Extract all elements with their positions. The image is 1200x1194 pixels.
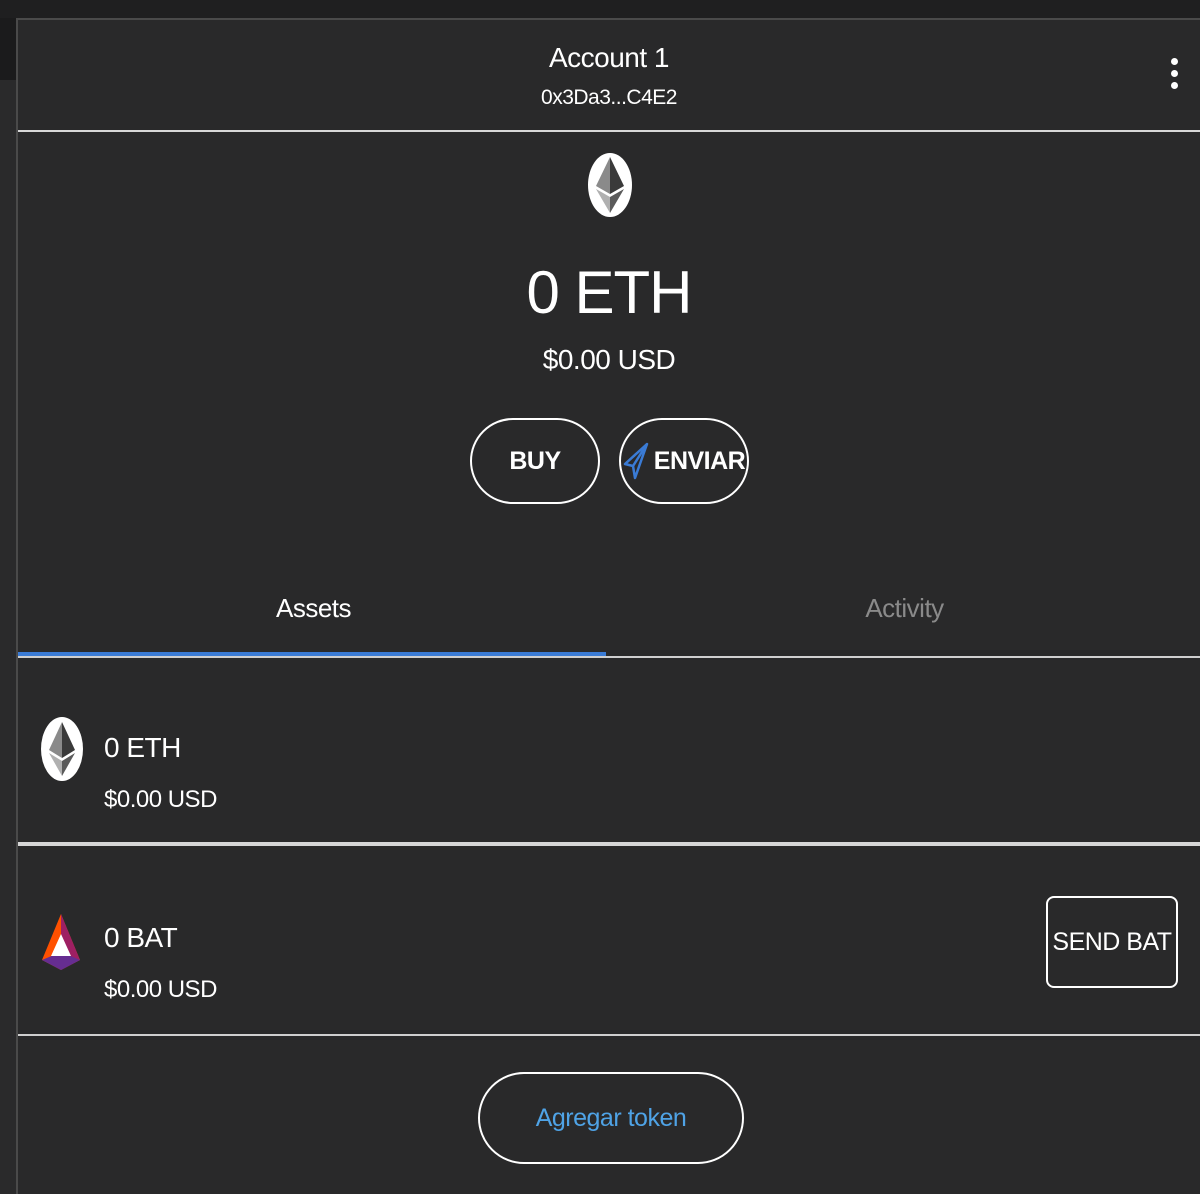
tab-assets[interactable]: Assets — [18, 560, 609, 656]
paper-plane-icon — [623, 442, 649, 480]
asset-tabs: Assets Activity — [18, 560, 1200, 658]
asset-fiat-value: $0.00 USD — [104, 786, 217, 813]
balance-primary: 0 ETH — [526, 259, 692, 326]
ethereum-icon — [41, 717, 83, 781]
active-tab-indicator — [18, 652, 606, 656]
add-token-button[interactable]: Agregar token — [478, 1072, 744, 1164]
window-left-strip — [0, 80, 16, 1194]
balance-fiat: $0.00 USD — [542, 344, 676, 375]
tab-activity[interactable]: Activity — [609, 560, 1200, 656]
account-address[interactable]: 0x3Da3...C4E2 — [18, 86, 1200, 110]
window-top-strip — [0, 0, 1200, 18]
account-header: Account 1 0x3Da3...C4E2 — [18, 20, 1200, 132]
asset-amount: 0 BAT — [104, 922, 178, 953]
buy-button-label: BUY — [509, 446, 561, 475]
send-button-label: ENVIAR — [653, 446, 746, 475]
wallet-panel: Account 1 0x3Da3...C4E2 0 ETH $0.00 USD … — [16, 18, 1200, 1194]
buy-button[interactable]: BUY — [470, 418, 600, 504]
account-name[interactable]: Account 1 — [18, 42, 1200, 74]
send-bat-button[interactable]: SEND BAT — [1046, 896, 1178, 988]
ethereum-icon — [588, 153, 632, 217]
asset-amount: 0 ETH — [104, 732, 181, 763]
kebab-menu-icon[interactable] — [1162, 58, 1186, 96]
asset-row-eth[interactable]: 0 ETH $0.00 USD — [18, 658, 1200, 846]
bat-token-icon — [42, 914, 80, 970]
asset-row-bat[interactable]: 0 BAT $0.00 USD SEND BAT — [18, 848, 1200, 1036]
asset-fiat-value: $0.00 USD — [104, 976, 217, 1003]
send-button[interactable]: ENVIAR — [619, 418, 749, 504]
